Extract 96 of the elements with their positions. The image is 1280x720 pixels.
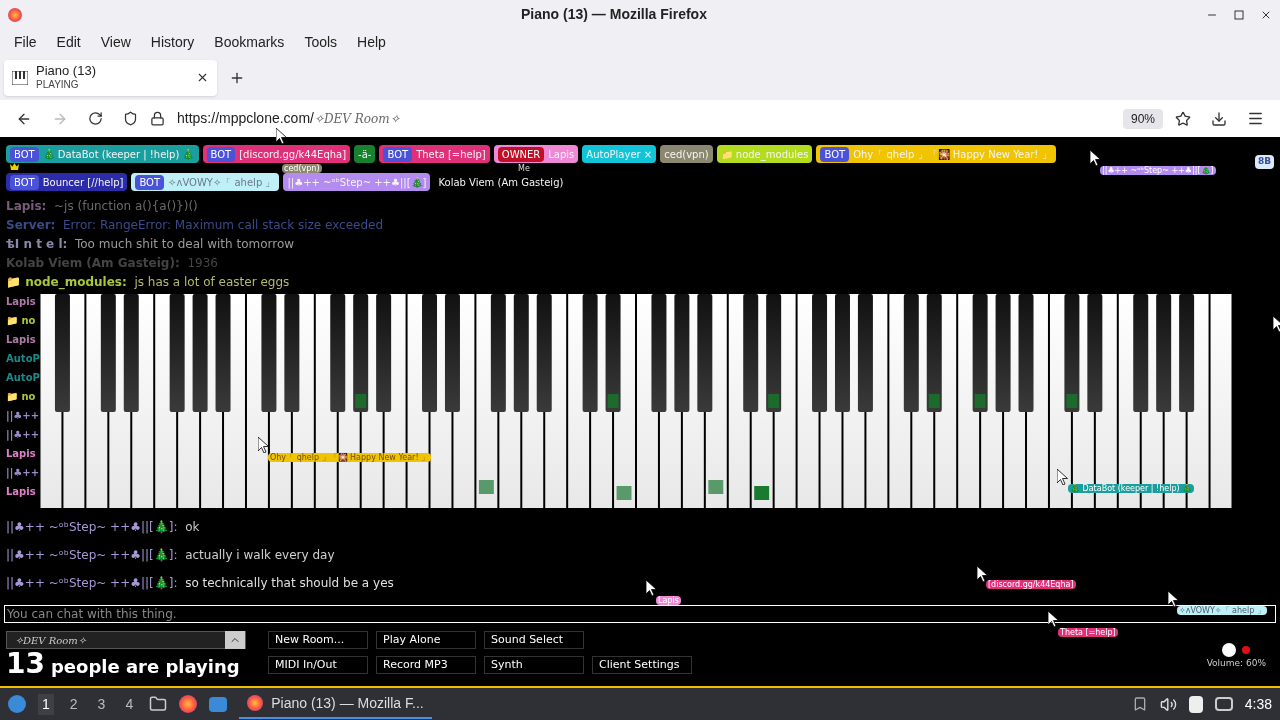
chat-message: Lapis: ~js (function a(){a()})(): [6, 198, 198, 214]
cursor-icon: [1090, 150, 1101, 166]
menu-item[interactable]: Bookmarks: [204, 31, 295, 53]
chat-author: ||♣++: [6, 409, 40, 423]
menu-item[interactable]: Edit: [46, 31, 91, 53]
cursor-icon: [1057, 469, 1068, 485]
control-button[interactable]: Play Alone: [376, 631, 476, 649]
shield-icon: [123, 111, 138, 126]
zoom-level[interactable]: 90%: [1122, 108, 1163, 129]
chat-message: ||♣++ ~ᵒᵇStep~ ++♣||[🎄]: actually i walk every day: [6, 547, 335, 564]
lock-icon: [150, 111, 165, 126]
cursor-icon: [977, 566, 988, 582]
user-badge: BOT: [10, 146, 39, 162]
volume-label: Volume: 60%: [1206, 657, 1266, 670]
user-badge: OWNER: [497, 146, 545, 162]
player-count: 13: [6, 650, 45, 678]
taskbar-task[interactable]: Piano (13) — Mozilla F...: [239, 689, 432, 719]
control-button[interactable]: New Room...: [268, 631, 368, 649]
url-text: https://mppclone.com/✧DEV Room✧: [177, 109, 400, 128]
chat-message: ѣI n t e l: Too much shit to deal with tomorrow: [6, 236, 295, 252]
user-tag[interactable]: BOT ✧ᴧVOWY✧「 ahelp 」: [131, 173, 280, 191]
menu-item[interactable]: View: [90, 31, 141, 53]
reload-icon[interactable]: [88, 111, 103, 126]
cursor-icon: [1048, 611, 1059, 627]
crown-icon: [10, 163, 19, 170]
workspace-button[interactable]: 2: [65, 693, 82, 715]
close-tab-icon[interactable]: [196, 71, 209, 84]
cursor-name-label: Me: [516, 164, 532, 173]
chat-author: AutoP: [6, 371, 40, 385]
cursor-name-label: Lapis: [656, 596, 681, 605]
chat-message: ||♣++ ~ᵒᵇStep~ ++♣||[🎄]: so technically that should be a yes: [6, 575, 394, 592]
chat-author: 📁 no: [6, 390, 37, 404]
chat-message: Kolab Viem (Am Gasteig): 1936: [6, 255, 218, 271]
cursor-icon: [258, 437, 269, 453]
chat-message: 📁 node_modules: js has a lot of easter eggs: [6, 274, 290, 290]
user-tag[interactable]: -ä-: [354, 145, 376, 163]
side-button[interactable]: 8B: [1254, 155, 1274, 169]
window-title: Piano (13) — Mozilla Firefox: [520, 5, 708, 24]
user-tag[interactable]: BOT Ohy「 qhelp 」「🎇 Happy New Year! 」: [816, 145, 1056, 163]
browser-tab[interactable]: Piano (13) PLAYING: [4, 59, 217, 96]
room-select[interactable]: ✧DEV Room✧: [6, 631, 246, 649]
cursor-icon: [1168, 591, 1179, 607]
chat-author: Lapis: [6, 485, 37, 499]
control-button[interactable]: Synth: [484, 656, 584, 674]
chat-author: Lapis: [6, 333, 37, 347]
chat-message: Server: Error: RangeError: Maximum call stack size exceeded: [6, 217, 384, 233]
workspace-button[interactable]: 3: [93, 693, 110, 715]
user-badge: BOT: [820, 146, 850, 162]
chat-author: Lapis: [6, 295, 37, 309]
chat-author: 📁 no: [6, 314, 37, 328]
user-tag[interactable]: BOT [discord.gg/k44Eqha]: [202, 145, 351, 163]
bookmark-star-icon[interactable]: [1175, 110, 1191, 127]
menu-item[interactable]: File: [4, 31, 47, 53]
chat-author: Lapis: [6, 447, 37, 461]
control-button[interactable]: Client Settings: [592, 656, 692, 674]
clock: 4:38: [1244, 694, 1272, 714]
user-tag[interactable]: BOT Bouncer [//help]: [6, 173, 128, 191]
cursor-name-label: ||♣++ ~ᵒᵇStep~ ++♣||[🎄]: [1100, 166, 1216, 175]
tab-subtitle: PLAYING: [36, 79, 80, 92]
cursor-name-label: Theta [=help]: [1058, 628, 1118, 637]
menu-item[interactable]: Help: [347, 31, 396, 53]
chat-message: ||♣++ ~ᵒᵇStep~ ++♣||[🎄]: ok: [6, 519, 200, 536]
menu-item[interactable]: Tools: [294, 31, 348, 53]
chat-author: ||♣++: [6, 466, 40, 480]
control-button[interactable]: Sound Select: [484, 631, 584, 649]
workspace-button[interactable]: 1: [38, 693, 54, 715]
download-icon[interactable]: [1211, 110, 1227, 127]
maximize-icon[interactable]: [1234, 9, 1244, 20]
piano-keyboard-drawing[interactable]: [40, 294, 1233, 508]
piano-icon: [12, 70, 28, 85]
user-tag[interactable]: BOT 🎄 DataBot (keeper | !help) 🎄: [6, 145, 199, 163]
cursor-name-label: ✧ᴧVOWY✧「 ahelp 」: [1177, 606, 1267, 615]
folder-icon[interactable]: [149, 695, 168, 713]
user-badge: BOT: [10, 174, 39, 190]
menu-item[interactable]: History: [140, 31, 205, 53]
chat-author: AutoP: [6, 352, 40, 366]
tab-title: Piano (13): [36, 63, 97, 80]
user-badge: BOT: [206, 146, 236, 162]
volume-knob[interactable]: [1222, 643, 1237, 657]
control-button[interactable]: Record MP3: [376, 656, 476, 674]
cursor-name-label: Ohy「 qhelp 」「🎇 Happy New Year! 」: [268, 453, 432, 462]
user-tag[interactable]: BOT Theta [=help]: [379, 145, 490, 163]
player-count-label: people are playing: [50, 657, 240, 677]
workspace-button[interactable]: 4: [121, 693, 138, 715]
cursor-name-label: 🎄 DataBot (keeper | !help) 🎄: [1068, 484, 1195, 493]
user-badge: BOT: [135, 174, 165, 190]
menu-icon[interactable]: [1247, 110, 1264, 127]
cursor-name-label: [discord.gg/k44Eqha]: [986, 580, 1076, 589]
address-field[interactable]: https://mppclone.com/✧DEV Room✧ 90%: [123, 103, 1191, 134]
volume-icon[interactable]: [1159, 695, 1177, 713]
cursor-icon: [646, 580, 657, 596]
user-tag[interactable]: OWNER Lapis: [493, 145, 579, 163]
user-badge: BOT: [383, 146, 413, 162]
cursor-name-label: ced(vpn): [282, 164, 322, 173]
chat-author: ||♣++: [6, 428, 40, 442]
control-button[interactable]: MIDI In/Out: [268, 656, 368, 674]
